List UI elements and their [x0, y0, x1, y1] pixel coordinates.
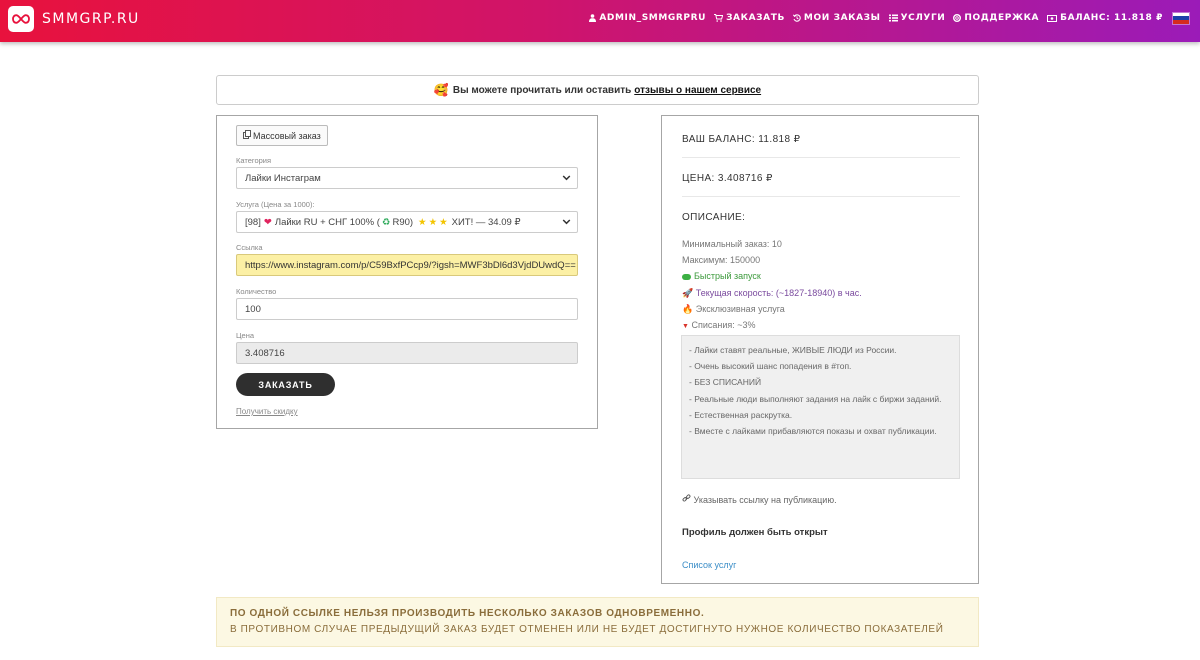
- link-input[interactable]: https://www.instagram.com/p/C59BxfPCcp9/…: [236, 254, 578, 276]
- description-line: - Очень высокий шанс попадения в #топ.: [689, 361, 852, 372]
- description-line: - Реальные люди выполняют задания на лай…: [689, 393, 942, 404]
- nav-menu: ADMIN_SMMGRPRU ЗАКАЗАТЬ МОИ ЗАКАЗЫ УСЛУГ…: [581, 0, 1190, 36]
- nav-balance-label: БАЛАНС: 11.818 ₽: [1060, 13, 1163, 23]
- fire-icon: 🔥: [682, 304, 694, 314]
- speed-row: 🚀 Текущая скорость: (~1827-18940) в час.: [682, 288, 862, 299]
- writeoffs-text: Списания: ~3%: [691, 320, 756, 330]
- red-triangle-down-icon: ▼: [682, 323, 689, 330]
- nav-services[interactable]: УСЛУГИ: [888, 13, 946, 23]
- info-balance: ВАШ БАЛАНС: 11.818 ₽: [682, 134, 801, 145]
- nav-support[interactable]: ПОДДЕРЖКА: [953, 13, 1039, 23]
- price-field: 3.408716: [236, 342, 578, 364]
- writeoffs-row: ▼ Списания: ~3%: [682, 320, 756, 330]
- category-select[interactable]: Лайки Инстаграм: [236, 167, 578, 189]
- mass-order-label: Массовый заказ: [253, 130, 321, 141]
- reviews-link[interactable]: отзывы о нашем сервисе: [634, 85, 761, 96]
- service-label: Услуга (Цена за 1000):: [236, 200, 315, 209]
- history-icon: [792, 14, 801, 22]
- category-value: Лайки Инстаграм: [245, 172, 321, 184]
- speed-text: Текущая скорость: (~1827-18940) в час.: [695, 288, 862, 298]
- info-price: ЦЕНА: 3.408716 ₽: [682, 173, 773, 184]
- exclusive-row: 🔥 Эксклюзивная услуга: [682, 304, 785, 315]
- green-circle-icon: [682, 273, 691, 280]
- description-title: ОПИСАНИЕ:: [682, 212, 746, 223]
- link-icon: [682, 494, 691, 505]
- nav-order[interactable]: ЗАКАЗАТЬ: [714, 13, 785, 23]
- quantity-label: Количество: [236, 287, 277, 296]
- infinity-logo-icon: [8, 6, 34, 32]
- recycle-icon: ♻: [381, 216, 391, 228]
- reviews-alert: 🥰 Вы можете прочитать или оставить отзыв…: [216, 75, 979, 105]
- reviews-alert-text: Вы можете прочитать или оставить: [452, 84, 632, 96]
- max-order-text: Максимум: 150000: [682, 255, 761, 265]
- star-icon: ★: [439, 216, 448, 228]
- nav-my-orders[interactable]: МОИ ЗАКАЗЫ: [792, 13, 881, 23]
- cart-icon: [714, 14, 724, 22]
- category-label: Категория: [236, 156, 272, 165]
- rocket-icon: 🚀: [682, 288, 694, 298]
- link-label: Ссылка: [236, 243, 263, 252]
- russian-flag-icon[interactable]: [1172, 11, 1190, 25]
- star-icon: ★: [418, 216, 427, 228]
- lifebuoy-icon: [953, 14, 962, 22]
- service-name: Лайки RU + СНГ 100% (: [274, 216, 380, 228]
- nav-balance[interactable]: БАЛАНС: 11.818 ₽: [1047, 13, 1163, 23]
- nav-user-label: ADMIN_SMMGRPRU: [599, 13, 707, 23]
- description-line: - БЕЗ СПИСАНИЙ: [689, 377, 762, 388]
- list-icon: [888, 14, 898, 22]
- copy-icon: [243, 130, 251, 141]
- brand-name: SMMGRP.RU: [42, 11, 140, 27]
- price-label: Цена: [236, 331, 255, 340]
- profile-open-note: Профиль должен быть открыт: [682, 527, 828, 538]
- warning-alert: ПО ОДНОЙ ССЫЛКЕ НЕЛЬЗЯ ПРОИЗВОДИТЬ НЕСКО…: [216, 597, 979, 647]
- nav-support-label: ПОДДЕРЖКА: [964, 13, 1040, 23]
- description-line: - Вместе с лайками прибавляются показы и…: [689, 426, 937, 437]
- user-icon: [589, 14, 597, 22]
- divider: [682, 196, 960, 197]
- service-select[interactable]: [98] ❤ Лайки RU + СНГ 100% ( ♻ R90) ★ ★ …: [236, 211, 578, 233]
- star-icon: ★: [428, 216, 438, 228]
- divider: [682, 157, 960, 158]
- service-suffix: ХИТ! — 34.09 ₽: [451, 216, 521, 228]
- description-line: - Естественная раскрутка.: [689, 409, 793, 420]
- min-order-text: Минимальный заказ: 10: [682, 239, 782, 249]
- nav-user[interactable]: ADMIN_SMMGRPRU: [589, 13, 706, 23]
- chevron-down-icon: [562, 173, 571, 185]
- brand-logo-link[interactable]: SMMGRP.RU: [8, 6, 140, 32]
- service-info-panel: ВАШ БАЛАНС: 11.818 ₽ ЦЕНА: 3.408716 ₽ ОП…: [661, 115, 979, 584]
- heart-icon: ❤: [263, 216, 272, 228]
- fast-start-row: Быстрый запуск: [682, 271, 761, 281]
- smiling-face-hearts-icon: 🥰: [433, 83, 449, 97]
- warning-line-1: ПО ОДНОЙ ССЫЛКЕ НЕЛЬЗЯ ПРОИЗВОДИТЬ НЕСКО…: [230, 608, 705, 619]
- description-line: - Лайки ставят реальные, ЖИВЫЕ ЛЮДИ из Р…: [689, 345, 897, 355]
- nav-my-orders-label: МОИ ЗАКАЗЫ: [803, 13, 881, 23]
- chevron-down-icon: [562, 217, 571, 229]
- quantity-input[interactable]: 100: [236, 298, 578, 320]
- exclusive-text: Эксклюзивная услуга: [695, 304, 785, 314]
- description-box: - Лайки ставят реальные, ЖИВЫЕ ЛЮДИ из Р…: [681, 335, 960, 479]
- services-list-link[interactable]: Список услуг: [682, 560, 736, 570]
- mass-order-button[interactable]: Массовый заказ: [236, 125, 328, 146]
- nav-services-label: УСЛУГИ: [900, 13, 946, 23]
- link-hint-text: Указывать ссылку на публикацию.: [693, 495, 837, 505]
- submit-order-button[interactable]: ЗАКАЗАТЬ: [236, 373, 335, 396]
- service-r: R90): [392, 216, 414, 228]
- service-prefix: [98]: [245, 216, 261, 228]
- get-discount-link[interactable]: Получить скидку: [236, 407, 298, 416]
- link-hint-row: Указывать ссылку на публикацию.: [682, 494, 837, 505]
- top-navbar: SMMGRP.RU ADMIN_SMMGRPRU ЗАКАЗАТЬ МОИ ЗА…: [0, 0, 1200, 42]
- fast-start-text: Быстрый запуск: [694, 271, 761, 281]
- order-form: Массовый заказ Категория Лайки Инстаграм…: [216, 115, 598, 429]
- money-icon: [1047, 14, 1058, 22]
- nav-order-label: ЗАКАЗАТЬ: [726, 13, 785, 23]
- warning-line-2: В ПРОТИВНОМ СЛУЧАЕ ПРЕДЫДУЩИЙ ЗАКАЗ БУДЕ…: [230, 624, 944, 635]
